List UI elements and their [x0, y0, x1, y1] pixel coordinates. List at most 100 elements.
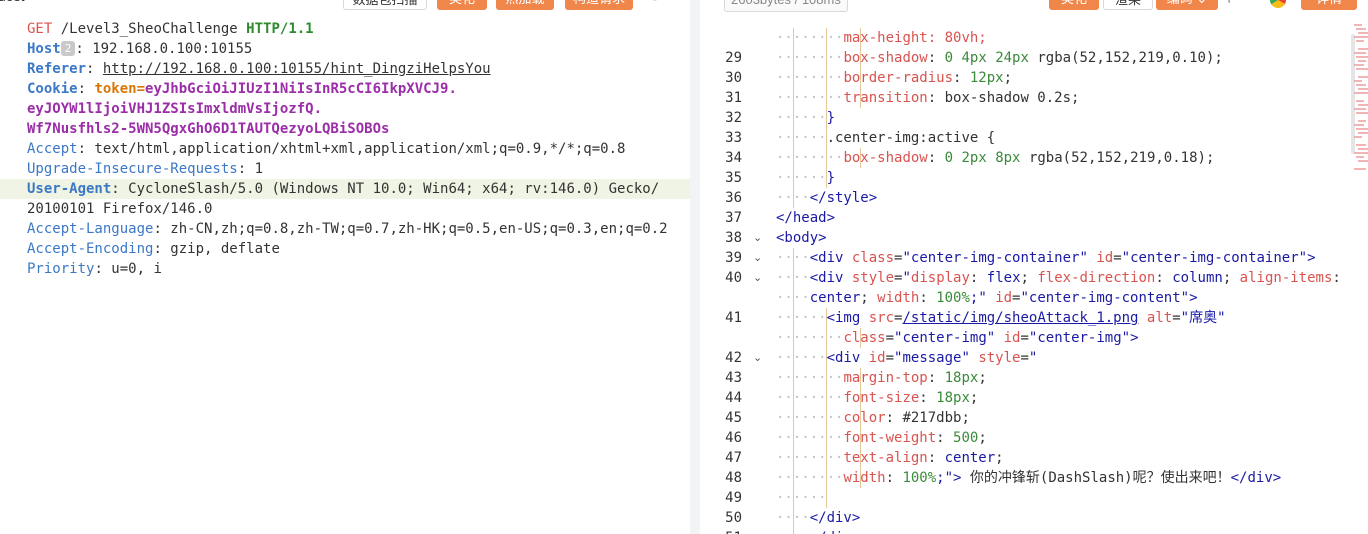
- code-line: 29 ········box-shadow: 0 4px 24px rgba(52…: [700, 48, 1368, 68]
- code-text: ········margin-top: 18px;: [776, 368, 987, 388]
- request-token: Referer: [27, 61, 87, 77]
- fold-chevron-icon[interactable]: ⌄: [753, 228, 767, 248]
- line-number: 43: [725, 370, 742, 386]
- code-token: "center-img": [894, 330, 996, 346]
- minimap-line: [1358, 120, 1366, 122]
- fold-chevron-icon[interactable]: ⌄: [753, 248, 767, 268]
- line-number: 51: [700, 528, 742, 534]
- code-token: "center-img-container": [902, 250, 1088, 266]
- line-number: 42: [725, 350, 742, 366]
- request-line: Wf7Nusfhls2-5WN5QgxGhO6D1TAUTQezyoLQBiSO…: [0, 119, 690, 139]
- whitespace-dots: ······: [776, 130, 827, 146]
- whitespace-dots: ········: [776, 70, 844, 86]
- code-token: color: [843, 410, 886, 426]
- minimap-line: [1354, 36, 1368, 38]
- encoding-dropdown[interactable]: 编码 ⌄: [1156, 0, 1218, 10]
- code-token: >: [1130, 330, 1139, 346]
- minimap-line: [1354, 80, 1362, 82]
- code-token: ;: [860, 290, 878, 306]
- request-line: eyJOYW1lIjoiVHJ1ZSIsImxldmVsIjozfQ.: [0, 99, 690, 119]
- request-editor[interactable]: GET /Level3_SheoChallenge HTTP/1.1 Host 2:…: [0, 19, 690, 279]
- code-token: :: [969, 270, 987, 286]
- code-token: ;: [1020, 270, 1038, 286]
- code-token: "席奥": [1180, 310, 1226, 326]
- code-line: 48 ········width: 100%;"> 你的冲锋斩(DashSlash…: [700, 468, 1368, 488]
- render-button[interactable]: 渲染: [1103, 0, 1153, 10]
- forward-arrow-icon[interactable]: ›: [318, 0, 324, 5]
- code-line: 51 ····</div>: [700, 528, 1368, 534]
- request-title: uest: [0, 0, 24, 4]
- code-token: 24px: [995, 50, 1029, 66]
- line-number: 50: [725, 510, 742, 526]
- code-token: width: [843, 470, 886, 486]
- line-number: 45: [725, 410, 742, 426]
- code-token: >: [1307, 250, 1316, 266]
- code-line: 33 ······.center-img:active {: [700, 128, 1368, 148]
- code-token: ;": [936, 470, 954, 486]
- code-token: ;: [978, 370, 987, 386]
- packet-scan-button[interactable]: 数据包扫描: [343, 0, 427, 10]
- code-token: center: [944, 450, 996, 466]
- whitespace-dots: ········: [776, 410, 844, 426]
- code-token: 2px: [961, 150, 987, 166]
- line-number: 34: [725, 150, 742, 166]
- code-token: rgba: [1037, 50, 1072, 66]
- response-beautify-button[interactable]: 美化: [1049, 0, 1099, 10]
- search-icon[interactable]: ⚲: [1224, 0, 1234, 5]
- code-token: :: [927, 370, 945, 386]
- minimap-line: [1354, 64, 1364, 66]
- whitespace-dots: ········: [776, 430, 844, 446]
- code-token: border-radius: [843, 70, 954, 86]
- minimap-line: [1354, 52, 1366, 54]
- scrollbar-thumb[interactable]: [1351, 34, 1355, 154]
- minimap-line: [1358, 76, 1368, 78]
- code-token: ;: [995, 450, 1004, 466]
- code-line: 32 ······}: [700, 108, 1368, 128]
- expand-icon[interactable]: ⤢: [652, 0, 662, 4]
- code-token: :: [919, 290, 937, 306]
- back-arrow-icon[interactable]: ‹: [288, 0, 294, 5]
- whitespace-dots: ······: [776, 490, 827, 506]
- code-token: >: [1189, 290, 1198, 306]
- line-number: 39: [725, 250, 742, 266]
- beautify-button[interactable]: 美化: [437, 0, 487, 10]
- minimap-line: [1354, 108, 1366, 110]
- response-code-view[interactable]: ········max-height: 80vh; 29 ········box-s…: [700, 28, 1368, 534]
- code-text: ········color: #217dbb;: [776, 408, 970, 428]
- whitespace-dots: ····: [776, 510, 810, 526]
- build-request-button[interactable]: 构造请求: [565, 0, 633, 10]
- minimap-line: [1356, 56, 1368, 58]
- code-line: 49 ······: [700, 488, 1368, 508]
- hot-reload-button[interactable]: 热加载: [496, 0, 554, 10]
- pane-divider[interactable]: [690, 0, 700, 534]
- fold-chevron-icon[interactable]: ⌄: [753, 348, 767, 368]
- code-text: ········text-align: center;: [776, 448, 1004, 468]
- fold-chevron-icon[interactable]: ⌄: [753, 268, 767, 288]
- code-token: alt: [1146, 310, 1173, 326]
- code-token: src: [868, 310, 895, 326]
- code-line: 46 ········font-weight: 500;: [700, 428, 1368, 448]
- code-text: ········width: 100%;"> 你的冲锋斩(DashSlash)呢…: [776, 468, 1281, 488]
- request-token: Accept: [27, 141, 78, 157]
- line-number: 40: [725, 270, 742, 286]
- request-token: Accept-Language: [27, 221, 154, 237]
- minimap-line: [1358, 60, 1366, 62]
- code-token: =: [885, 350, 895, 366]
- code-token: 18px: [944, 370, 979, 386]
- minimap-line: [1358, 160, 1368, 162]
- whitespace-dots: ········: [776, 150, 844, 166]
- whitespace-dots: ········: [776, 90, 844, 106]
- request-token: Priority: [27, 261, 95, 277]
- minimap-line: [1358, 88, 1368, 90]
- chrome-icon[interactable]: [1270, 0, 1286, 8]
- code-text: </head>: [776, 208, 835, 228]
- request-token: HTTP/1.1: [246, 21, 314, 37]
- code-token: transition: [843, 90, 928, 106]
- details-button[interactable]: 详情: [1301, 0, 1357, 10]
- request-token: Upgrade-Insecure-Requests: [27, 161, 238, 177]
- request-token: : zh-CN,zh;q=0.8,zh-TW;q=0.7,zh-HK;q=0.5…: [153, 221, 668, 237]
- code-token: :: [927, 150, 945, 166]
- code-token: 你的冲锋斩(DashSlash)呢？使出来吧！: [961, 470, 1231, 486]
- code-line: 38 ⌄ <body>: [700, 228, 1368, 248]
